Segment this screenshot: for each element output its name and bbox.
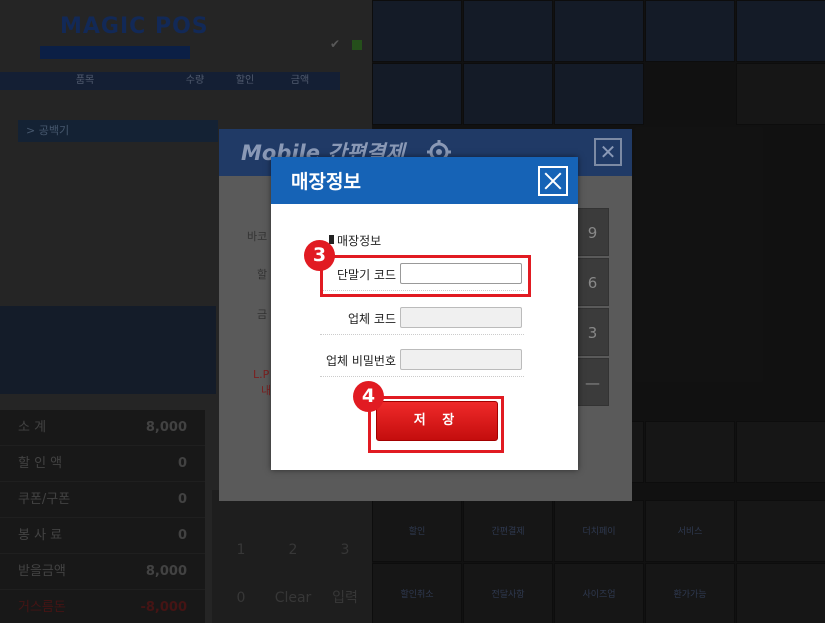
num-key-minus[interactable]: — — [576, 358, 609, 406]
mobile-label-amount: 금 — [257, 308, 268, 321]
store-dialog-header: 매장정보 — [271, 157, 578, 204]
num-key-3[interactable]: 3 — [576, 308, 609, 356]
mobile-dialog-close-button[interactable]: ✕ — [594, 138, 622, 166]
mobile-label-barcode: 바코 — [247, 230, 268, 243]
company-code-label: 업체 코드 — [348, 312, 396, 326]
callout-highlight-terminal-code — [320, 255, 531, 297]
callout-badge-3: 3 — [304, 240, 335, 271]
callout-highlight-save — [368, 396, 504, 453]
num-key-9[interactable]: 9 — [576, 208, 609, 256]
callout-badge-4: 4 — [353, 381, 384, 412]
store-dialog-close-button[interactable] — [538, 166, 568, 196]
company-password-label: 업체 비밀번호 — [325, 354, 396, 368]
mobile-label-discount: 할 — [257, 268, 268, 281]
store-dialog-title: 매장정보 — [291, 171, 361, 193]
company-password-input[interactable] — [400, 349, 522, 370]
company-code-input[interactable] — [400, 307, 522, 328]
store-info-section-title: 매장정보 — [328, 234, 382, 248]
form-row-company-code: 업체 코드 — [320, 301, 524, 335]
mobile-label-lp: L.P — [253, 368, 270, 381]
num-key-6[interactable]: 6 — [576, 258, 609, 306]
mobile-label-note: 내 — [261, 384, 272, 397]
form-row-company-password: 업체 비밀번호 — [320, 343, 524, 377]
